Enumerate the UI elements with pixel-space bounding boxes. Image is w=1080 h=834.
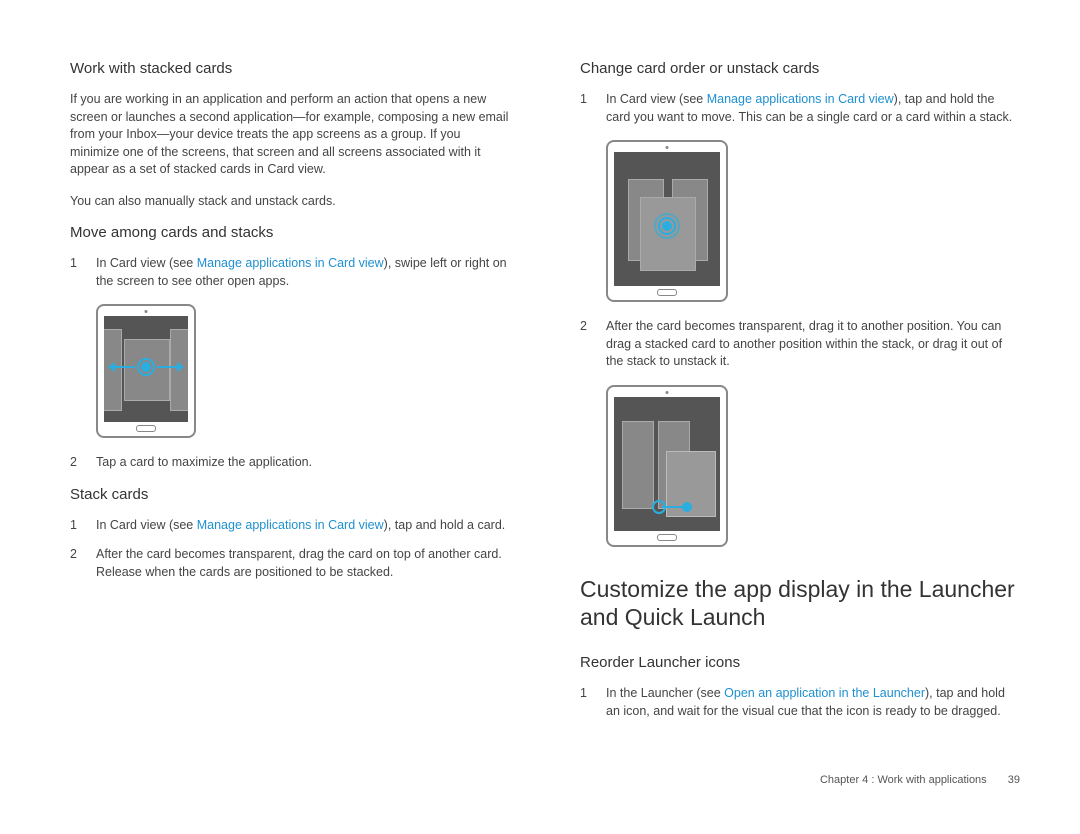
heading-customize-launcher: Customize the app display in the Launche… xyxy=(580,575,1020,633)
footer-page-number: 39 xyxy=(1008,774,1020,786)
heading-reorder-icons: Reorder Launcher icons xyxy=(580,654,1020,671)
figure-drag-card xyxy=(606,385,1020,547)
link-manage-apps[interactable]: Manage applications in Card view xyxy=(197,256,384,270)
para-stacked-2: You can also manually stack and unstack … xyxy=(70,193,510,211)
swipe-gesture-icon xyxy=(111,357,181,377)
stack-step-2: 2 After the card becomes transparent, dr… xyxy=(70,546,510,581)
heading-stack: Stack cards xyxy=(70,486,510,503)
page-footer: Chapter 4 : Work with applications 39 xyxy=(0,770,1080,786)
heading-change-order: Change card order or unstack cards xyxy=(580,60,1020,77)
heading-move: Move among cards and stacks xyxy=(70,224,510,241)
drag-gesture-icon xyxy=(652,497,692,517)
footer-chapter: Chapter 4 : Work with applications xyxy=(820,774,987,786)
move-step-1: 1 In Card view (see Manage applications … xyxy=(70,255,510,290)
reorder-step-1: 1 In the Launcher (see Open an applicati… xyxy=(580,685,1020,720)
para-stacked-1: If you are working in an application and… xyxy=(70,91,510,179)
change-step-2: 2 After the card becomes transparent, dr… xyxy=(580,318,1020,371)
heading-work-stacked: Work with stacked cards xyxy=(70,60,510,77)
change-step-1: 1 In Card view (see Manage applications … xyxy=(580,91,1020,126)
right-column: Change card order or unstack cards 1 In … xyxy=(580,50,1020,760)
figure-swipe-cards xyxy=(96,304,510,438)
move-step-2: 2 Tap a card to maximize the application… xyxy=(70,454,510,472)
link-manage-apps[interactable]: Manage applications in Card view xyxy=(707,92,894,106)
link-manage-apps[interactable]: Manage applications in Card view xyxy=(197,518,384,532)
link-open-app-launcher[interactable]: Open an application in the Launcher xyxy=(724,686,925,700)
stack-step-1: 1 In Card view (see Manage applications … xyxy=(70,517,510,535)
figure-tap-hold-card xyxy=(606,140,1020,302)
left-column: Work with stacked cards If you are worki… xyxy=(70,50,510,760)
